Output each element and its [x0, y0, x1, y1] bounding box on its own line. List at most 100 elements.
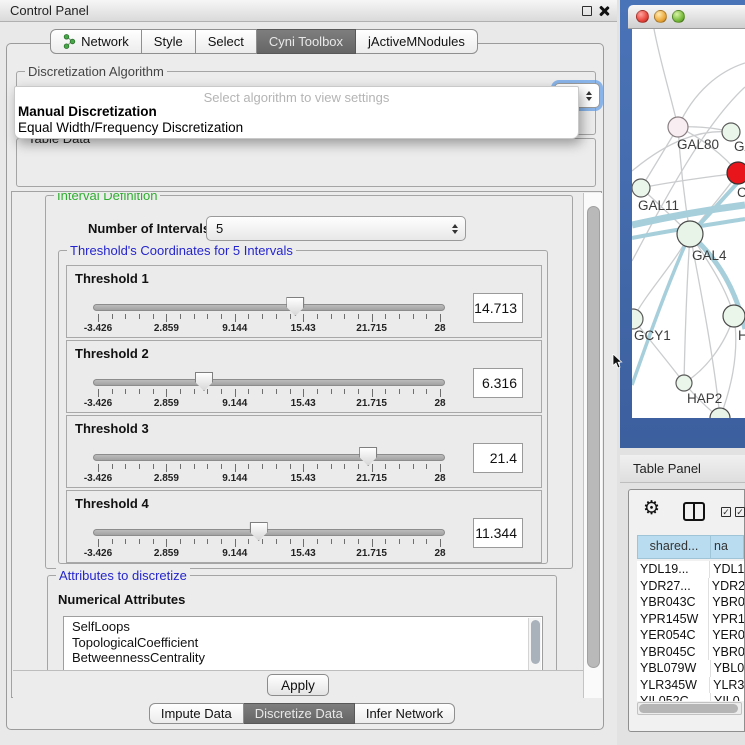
apply-button[interactable]: Apply — [267, 674, 329, 696]
cell-shared-name[interactable]: YBR043C — [637, 594, 709, 611]
minimize-traffic-light-icon[interactable] — [654, 10, 667, 23]
network-node-label: HAP2 — [687, 391, 722, 406]
column-header-shared-name[interactable]: shared... — [637, 535, 711, 559]
scrollbar-thumb[interactable] — [587, 206, 600, 668]
threshold-4-value-field[interactable]: 11.344 — [473, 518, 523, 548]
network-node[interactable] — [632, 309, 643, 329]
tab-discretize-data[interactable]: Discretize Data — [244, 703, 355, 724]
slider-track[interactable] — [93, 454, 445, 461]
table-panel-title: Table Panel — [633, 461, 701, 476]
list-item[interactable]: BetweennessCentrality — [64, 650, 542, 666]
cell-shared-name[interactable]: YDR27... — [637, 578, 709, 595]
cell-shared-name[interactable]: YPR145W — [637, 611, 709, 628]
threshold-1-value-field[interactable]: 14.713 — [473, 293, 523, 323]
network-node[interactable] — [727, 162, 745, 184]
tab-infer-network[interactable]: Infer Network — [355, 703, 455, 724]
list-item[interactable]: TopologicalCoefficient — [64, 635, 542, 651]
network-edge — [632, 234, 690, 385]
table-row[interactable]: YBR045CYBR0 — [637, 644, 744, 661]
numerical-attributes-list[interactable]: SelfLoopsTopologicalCoefficientBetweenne… — [63, 616, 543, 670]
popup-item-equal-width-frequency[interactable]: Equal Width/Frequency Discretization — [15, 120, 578, 136]
tab-impute-data[interactable]: Impute Data — [149, 703, 244, 724]
gear-icon[interactable]: ⚙ — [643, 497, 660, 520]
network-icon — [63, 34, 76, 49]
columns-icon[interactable] — [683, 502, 705, 521]
cell-name[interactable]: YBR0 — [709, 644, 744, 661]
tab-cyni-toolbox[interactable]: Cyni Toolbox — [257, 29, 356, 54]
network-node[interactable] — [723, 305, 745, 327]
cell-shared-name[interactable]: YDL19... — [637, 561, 710, 578]
close-icon[interactable] — [599, 6, 609, 16]
cell-name[interactable]: YBL0 — [711, 660, 744, 677]
network-graph: GAL80GACGAL11GAL4GCY1HHAP2 — [632, 29, 745, 418]
network-edge — [641, 173, 738, 188]
threshold-3-value-field[interactable]: 21.4 — [473, 443, 523, 473]
cell-shared-name[interactable]: YIL052C — [637, 693, 711, 701]
tab-select[interactable]: Select — [196, 29, 257, 54]
cell-name[interactable]: YPR1 — [709, 611, 744, 628]
checkbox-checked-icon[interactable]: ✓ — [735, 507, 745, 517]
network-edge — [690, 234, 734, 316]
slider-track[interactable] — [93, 304, 445, 311]
tab-network[interactable]: Network — [50, 29, 142, 54]
table-row[interactable]: YPR145WYPR1 — [637, 611, 744, 628]
threshold-1-slider[interactable]: -3.4262.8599.14415.4321.71528 — [67, 266, 541, 337]
network-edge — [684, 234, 690, 383]
interval-definition-title: Interval Definition — [54, 193, 160, 203]
interval-definition-group: Interval Definition Number of Intervals … — [45, 195, 573, 569]
settings-scrollpane: Interval Definition Number of Intervals … — [11, 191, 602, 698]
cell-name[interactable]: YER0 — [709, 627, 744, 644]
cell-name[interactable]: YBR0 — [709, 594, 744, 611]
table-row[interactable]: YDR27...YDR2 — [637, 578, 744, 595]
settings-viewport: Interval Definition Number of Intervals … — [13, 193, 583, 670]
network-canvas[interactable]: GAL80GACGAL11GAL4GCY1HHAP2 — [632, 29, 745, 418]
network-node[interactable] — [676, 375, 692, 391]
table-row[interactable]: YDL19...YDL1 — [637, 561, 744, 578]
zoom-traffic-light-icon[interactable] — [672, 10, 685, 23]
table-horizontal-scrollbar[interactable] — [637, 702, 742, 715]
table-row[interactable]: YLR345WYLR3 — [637, 677, 744, 694]
cell-shared-name[interactable]: YLR345W — [637, 677, 710, 694]
cell-name[interactable]: YLR3 — [710, 677, 744, 694]
attributes-to-discretize-group: Attributes to discretize Numerical Attri… — [47, 575, 557, 670]
table-row[interactable]: YER054CYER0 — [637, 627, 744, 644]
table-row[interactable]: YBL079WYBL0 — [637, 660, 744, 677]
table-panel: ⚙ ✓ ✓ shared... na YDL19...YDL1YDR27...Y… — [628, 489, 745, 732]
threshold-3-panel: Threshold 3 -3.4262.8599.14415.4321.7152… — [66, 415, 542, 488]
cell-shared-name[interactable]: YBL079W — [637, 660, 711, 677]
float-window-icon[interactable] — [582, 6, 592, 16]
cell-shared-name[interactable]: YBR045C — [637, 644, 709, 661]
close-traffic-light-icon[interactable] — [636, 10, 649, 23]
cell-name[interactable]: YIL0 — [711, 693, 740, 701]
network-node[interactable] — [632, 179, 650, 197]
tab-jactivemnodules[interactable]: jActiveMNodules — [356, 29, 478, 54]
cell-name[interactable]: YDL1 — [710, 561, 744, 578]
slider-track[interactable] — [93, 379, 445, 386]
network-node[interactable] — [710, 408, 730, 418]
threshold-2-slider[interactable]: -3.4262.8599.14415.4321.71528 — [67, 341, 541, 412]
number-of-intervals-combobox[interactable]: 5 — [206, 216, 466, 241]
tab-style[interactable]: Style — [142, 29, 196, 54]
table-row[interactable]: YBR043CYBR0 — [637, 594, 744, 611]
checkbox-checked-icon[interactable]: ✓ — [721, 507, 731, 517]
scrollbar-thumb[interactable] — [639, 704, 738, 713]
table-row[interactable]: YIL052CYIL0 — [637, 693, 744, 701]
cell-name[interactable]: YDR2 — [709, 578, 744, 595]
control-panel-window: Control Panel Network Style Select Cyni … — [0, 0, 617, 745]
network-node[interactable] — [668, 117, 688, 137]
slider-tick-labels: -3.4262.8599.14415.4321.71528 — [98, 548, 440, 560]
panel-vertical-scrollbar[interactable] — [583, 193, 602, 698]
slider-tick-labels: -3.4262.8599.14415.4321.71528 — [98, 323, 440, 335]
column-header-name[interactable]: na — [711, 535, 744, 559]
list-scrollbar[interactable] — [528, 618, 541, 670]
cell-shared-name[interactable]: YER054C — [637, 627, 709, 644]
threshold-3-slider[interactable]: -3.4262.8599.14415.4321.71528 — [67, 416, 541, 487]
network-node-label: GAL11 — [638, 198, 679, 213]
popup-item-manual-discretization[interactable]: Manual Discretization — [15, 104, 578, 120]
list-item[interactable]: SelfLoops — [64, 619, 542, 635]
threshold-2-value-field[interactable]: 6.316 — [473, 368, 523, 398]
threshold-4-slider[interactable]: -3.4262.8599.14415.4321.71528 — [67, 491, 541, 562]
network-node[interactable] — [677, 221, 703, 247]
slider-track[interactable] — [93, 529, 445, 536]
cyni-toolbox-panel: Discretization Algorithm Select algorith… — [6, 43, 604, 730]
